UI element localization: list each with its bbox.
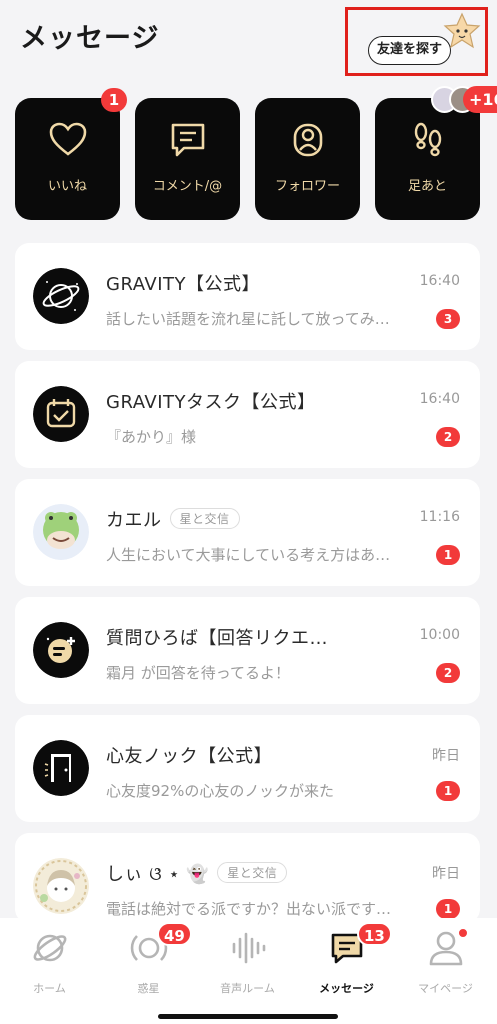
- unread-badge: 3: [436, 309, 460, 329]
- footprints-label: 足あと: [407, 179, 447, 194]
- tab-mypage[interactable]: マイページ: [396, 928, 495, 998]
- follower-icon: [293, 123, 322, 157]
- list-item[interactable]: 質問ひろば【回答リクエ… 10:00 霜月 が回答を待ってるよ！ 2: [15, 597, 480, 704]
- star-contact-tag: 星と交信: [169, 508, 240, 529]
- list-item[interactable]: しぃ ଓ̇ ⋆ 👻 星と交信 昨日 電話は絶対でる派ですか？出ない派です… 1: [15, 833, 480, 923]
- contact-name: 質問ひろば【回答リクエ…: [106, 628, 328, 649]
- avatar: [33, 622, 89, 678]
- unread-badge: 1: [436, 899, 460, 919]
- tab-bar: ホーム 49 惑星 音声ルーム 13 メッセージ マイページ: [0, 918, 497, 1024]
- footprints-badge: +16: [463, 86, 497, 113]
- tab-home[interactable]: ホーム: [0, 928, 99, 998]
- tab-label: ホーム: [33, 982, 66, 995]
- girl-avatar-icon: [33, 858, 89, 914]
- avatar: [33, 386, 89, 442]
- header: メッセージ 友達を探す: [0, 0, 497, 85]
- contact-name: GRAVITYタスク【公式】: [106, 392, 316, 413]
- avatar: [33, 504, 89, 560]
- unread-badge: 1: [436, 545, 460, 565]
- contact-name: GRAVITY【公式】: [106, 274, 260, 295]
- avatar: [33, 740, 89, 796]
- comments-card[interactable]: コメント/@: [135, 98, 240, 220]
- likes-badge: 1: [101, 88, 127, 112]
- tab-label: 惑星: [137, 982, 160, 995]
- planet-badge: 49: [157, 922, 192, 946]
- likes-label: いいね: [47, 179, 87, 194]
- message-time: 16:40: [419, 391, 460, 407]
- footprints-card[interactable]: 足あと: [375, 98, 480, 220]
- unread-badge: 1: [436, 781, 460, 801]
- list-item[interactable]: 心友ノック【公式】 昨日 心友度92%の心友のノックが来た 1: [15, 715, 480, 822]
- mypage-notification-dot: [458, 928, 468, 938]
- frog-avatar-icon: [33, 504, 89, 560]
- unread-badge: 2: [436, 427, 460, 447]
- voice-wave-icon: [232, 932, 265, 964]
- message-preview: 『あかり』様: [106, 428, 197, 446]
- page-title: メッセージ: [20, 23, 160, 54]
- tab-label: マイページ: [418, 982, 473, 995]
- message-time: 10:00: [419, 627, 460, 643]
- followers-card[interactable]: フォロワー: [255, 98, 360, 220]
- messages-badge: 13: [357, 922, 392, 946]
- list-item[interactable]: GRAVITY【公式】 16:40 話したい話題を流れ星に託して放ってみ… 3: [15, 243, 480, 350]
- message-time: 昨日: [432, 866, 460, 882]
- footprints-icon: [414, 122, 441, 157]
- planet-icon: [33, 934, 66, 962]
- message-time: 11:16: [419, 509, 460, 525]
- message-time: 16:40: [419, 273, 460, 289]
- tab-planet[interactable]: 49 惑星: [99, 922, 198, 998]
- avatar: [33, 858, 89, 914]
- gravity-planet-icon: [33, 268, 89, 324]
- heart-icon: [49, 122, 86, 156]
- message-preview: 心友度92%の心友のノックが来た: [106, 782, 335, 800]
- avatar: [33, 268, 89, 324]
- message-preview: 人生において大事にしている考え方はあ…: [106, 546, 391, 564]
- contact-name: しぃ ଓ̇ ⋆ 👻 星と交信: [106, 860, 288, 886]
- tab-voice-room[interactable]: 音声ルーム: [198, 928, 297, 998]
- likes-card[interactable]: いいね: [15, 98, 120, 220]
- list-item[interactable]: カエル 星と交信 11:16 人生において大事にしている考え方はあ… 1: [15, 479, 480, 586]
- message-preview: 話したい話題を流れ星に託して放ってみ…: [106, 310, 390, 328]
- contact-name: 心友ノック【公式】: [106, 746, 273, 767]
- comment-icon: [171, 123, 204, 157]
- tab-label: メッセージ: [319, 982, 374, 995]
- star-mascot-icon: [443, 12, 481, 49]
- find-friends-highlight: 友達を探す: [345, 7, 488, 76]
- contact-name: カエル 星と交信: [106, 506, 240, 532]
- home-indicator: [158, 1014, 338, 1019]
- message-preview: 霜月 が回答を待ってるよ！: [106, 664, 291, 682]
- door-icon: [33, 740, 89, 796]
- tab-messages[interactable]: 13 メッセージ: [297, 922, 396, 998]
- question-plaza-icon: [33, 622, 89, 678]
- followers-label: フォロワー: [274, 179, 340, 194]
- unread-badge: 2: [436, 663, 460, 683]
- message-time: 昨日: [432, 748, 460, 764]
- comments-label: コメント/@: [152, 179, 223, 194]
- list-item[interactable]: GRAVITYタスク【公式】 16:40 『あかり』様 2: [15, 361, 480, 468]
- calendar-check-icon: [33, 386, 89, 442]
- star-contact-tag: 星と交信: [217, 862, 288, 883]
- tab-label: 音声ルーム: [220, 982, 275, 995]
- find-friends-button[interactable]: 友達を探す: [368, 36, 452, 65]
- message-preview: 電話は絶対でる派ですか？出ない派です…: [106, 900, 392, 918]
- activity-cards: いいね 1 コメント/@ フォロワー 足あと +16: [15, 86, 497, 220]
